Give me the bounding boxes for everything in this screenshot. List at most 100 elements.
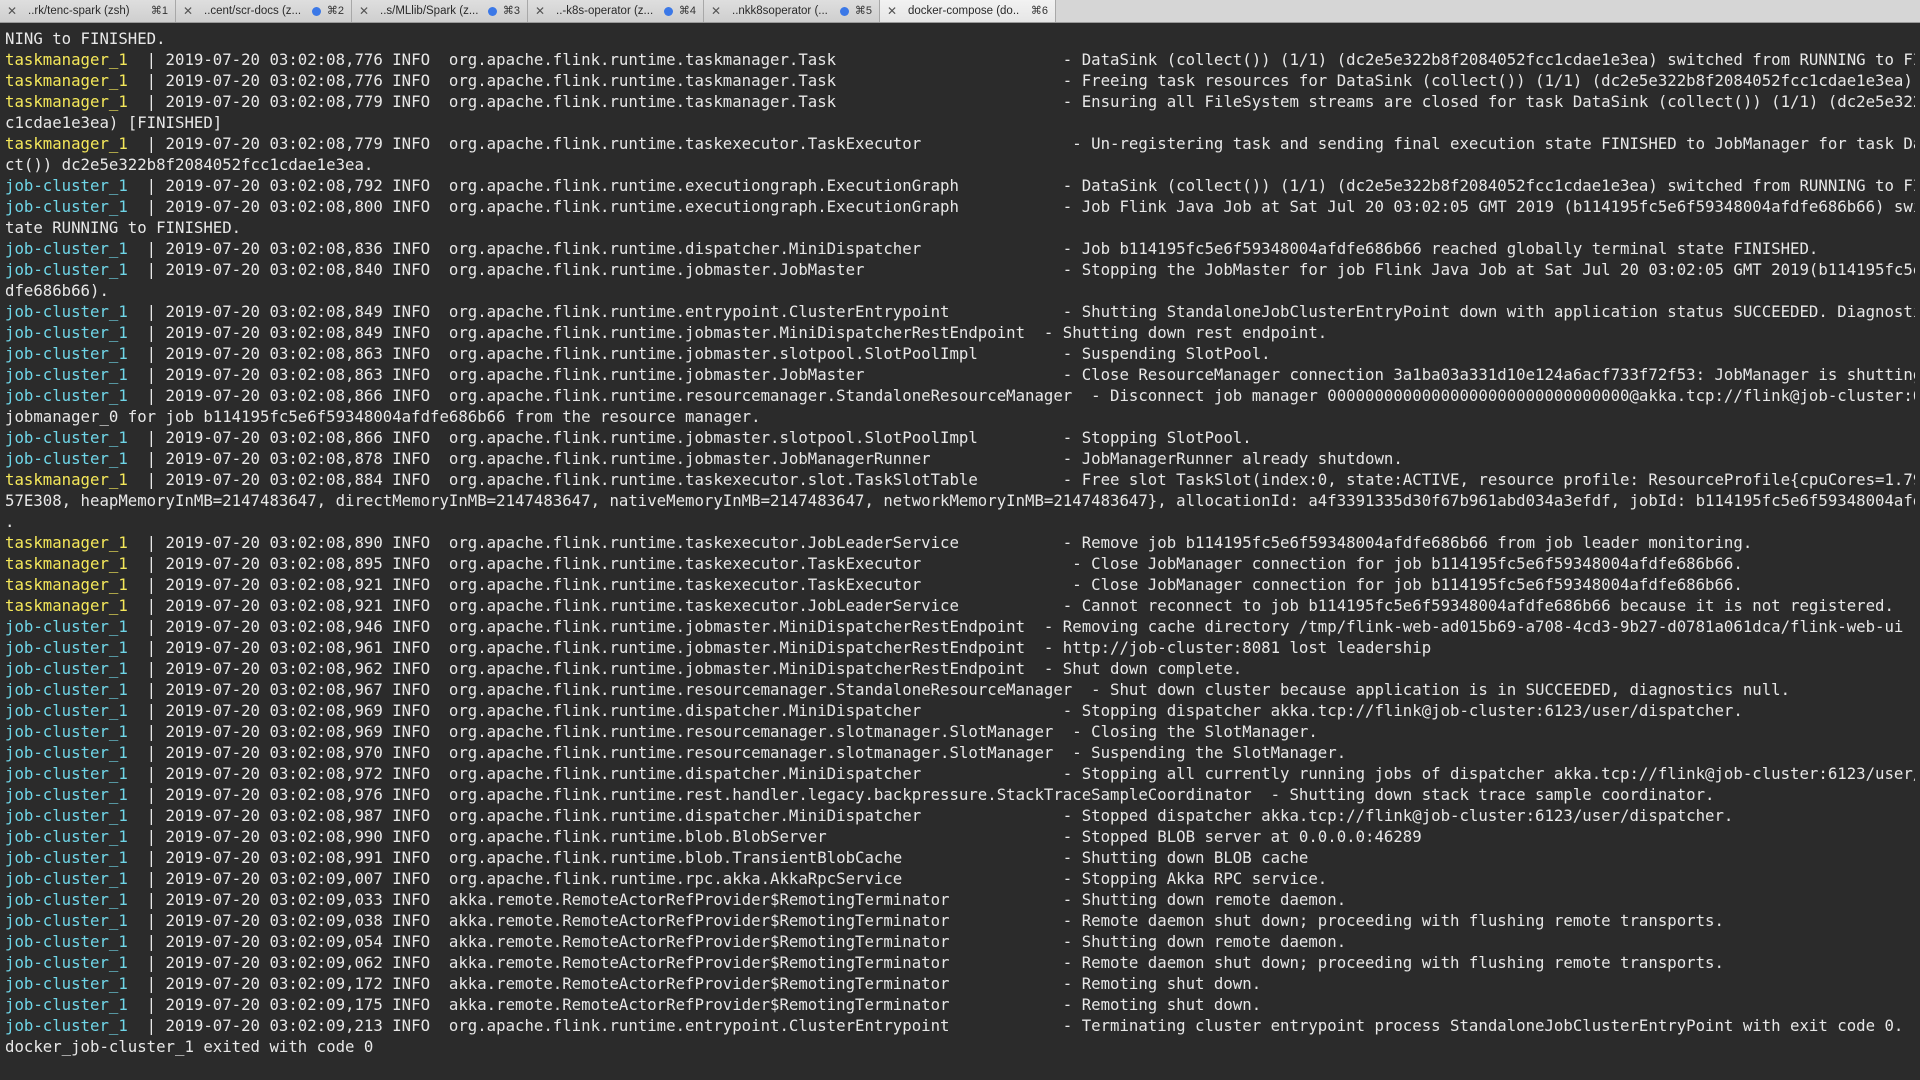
log-message: | 2019-07-20 03:02:08,776 INFO org.apach… xyxy=(127,50,1915,69)
log-line: job-cluster_1 | 2019-07-20 03:02:08,863 … xyxy=(5,364,1915,385)
log-service-name: taskmanager_1 xyxy=(5,533,128,552)
log-line: docker_job-cluster_1 exited with code 0 xyxy=(5,1036,1915,1057)
log-message: | 2019-07-20 03:02:08,779 INFO org.apach… xyxy=(127,134,1915,153)
tab-5[interactable]: ✕ ..nkk8soperator (... ⌘5 xyxy=(704,0,880,22)
log-message: docker_job-cluster_1 exited with code 0 xyxy=(5,1037,374,1056)
close-icon[interactable]: ✕ xyxy=(711,0,721,22)
tab-3[interactable]: ✕ ..s/MLlib/Spark (z... ⌘3 xyxy=(352,0,528,22)
log-line: taskmanager_1 | 2019-07-20 03:02:08,779 … xyxy=(5,133,1915,154)
log-line: job-cluster_1 | 2019-07-20 03:02:08,792 … xyxy=(5,175,1915,196)
log-service-name: job-cluster_1 xyxy=(5,995,128,1014)
log-message: | 2019-07-20 03:02:08,969 INFO org.apach… xyxy=(127,722,1318,741)
log-line: job-cluster_1 | 2019-07-20 03:02:08,863 … xyxy=(5,343,1915,364)
close-icon[interactable]: ✕ xyxy=(887,0,897,22)
log-service-name: job-cluster_1 xyxy=(5,344,128,363)
log-service-name: job-cluster_1 xyxy=(5,785,128,804)
log-message: | 2019-07-20 03:02:09,033 INFO akka.remo… xyxy=(127,890,1347,909)
log-line: 57E308, heapMemoryInMB=2147483647, direc… xyxy=(5,490,1915,511)
log-service-name: taskmanager_1 xyxy=(5,470,128,489)
tab-title: ..-k8s-operator (z... xyxy=(556,5,654,17)
log-message: | 2019-07-20 03:02:08,976 INFO org.apach… xyxy=(127,785,1715,804)
log-line: job-cluster_1 | 2019-07-20 03:02:08,849 … xyxy=(5,322,1915,343)
log-line: job-cluster_1 | 2019-07-20 03:02:08,946 … xyxy=(5,616,1915,637)
log-line: jobmanager_0 for job b114195fc5e6f593480… xyxy=(5,406,1915,427)
log-service-name: job-cluster_1 xyxy=(5,890,128,909)
log-message: | 2019-07-20 03:02:08,863 INFO org.apach… xyxy=(127,344,1271,363)
log-service-name: job-cluster_1 xyxy=(5,932,128,951)
log-service-name: taskmanager_1 xyxy=(5,596,128,615)
log-line: job-cluster_1 | 2019-07-20 03:02:08,866 … xyxy=(5,385,1915,406)
log-line: job-cluster_1 | 2019-07-20 03:02:09,007 … xyxy=(5,868,1915,889)
log-service-name: job-cluster_1 xyxy=(5,428,128,447)
log-line: job-cluster_1 | 2019-07-20 03:02:08,878 … xyxy=(5,448,1915,469)
log-service-name: job-cluster_1 xyxy=(5,260,128,279)
log-message: | 2019-07-20 03:02:08,836 INFO org.apach… xyxy=(127,239,1819,258)
log-message: | 2019-07-20 03:02:08,849 INFO org.apach… xyxy=(127,302,1915,321)
tab-bar: ✕ ..rk/tenc-spark (zsh) ⌘1 ✕ ..cent/scr-… xyxy=(0,0,1920,23)
tab-title: ..rk/tenc-spark (zsh) xyxy=(28,5,130,17)
log-line: job-cluster_1 | 2019-07-20 03:02:08,967 … xyxy=(5,679,1915,700)
log-service-name: job-cluster_1 xyxy=(5,806,128,825)
activity-dot-icon xyxy=(312,7,321,16)
log-line: job-cluster_1 | 2019-07-20 03:02:08,866 … xyxy=(5,427,1915,448)
tab-shortcut: ⌘4 xyxy=(678,5,696,17)
log-line: job-cluster_1 | 2019-07-20 03:02:08,800 … xyxy=(5,196,1915,217)
tab-1[interactable]: ✕ ..rk/tenc-spark (zsh) ⌘1 xyxy=(0,0,176,22)
log-line: job-cluster_1 | 2019-07-20 03:02:08,991 … xyxy=(5,847,1915,868)
tab-shortcut: ⌘5 xyxy=(854,5,872,17)
tab-title: docker-compose (do... xyxy=(908,5,1020,17)
tab-shortcut: ⌘1 xyxy=(150,5,168,17)
tab-6[interactable]: ✕ docker-compose (do... ⌘6 xyxy=(880,0,1056,22)
log-message: | 2019-07-20 03:02:08,972 INFO org.apach… xyxy=(127,764,1915,783)
log-service-name: job-cluster_1 xyxy=(5,617,128,636)
log-service-name: job-cluster_1 xyxy=(5,323,128,342)
terminal-output[interactable]: NING to FINISHED. taskmanager_1 | 2019-07… xyxy=(5,28,1915,1078)
log-line: job-cluster_1 | 2019-07-20 03:02:09,175 … xyxy=(5,994,1915,1015)
close-icon[interactable]: ✕ xyxy=(7,0,17,22)
tab-4[interactable]: ✕ ..-k8s-operator (z... ⌘4 xyxy=(528,0,704,22)
log-message: c1cdae1e3ea) [FINISHED] xyxy=(5,113,223,132)
log-message: | 2019-07-20 03:02:08,946 INFO org.apach… xyxy=(127,617,1904,636)
log-message: | 2019-07-20 03:02:08,863 INFO org.apach… xyxy=(127,365,1915,384)
close-icon[interactable]: ✕ xyxy=(359,0,369,22)
log-line: job-cluster_1 | 2019-07-20 03:02:08,962 … xyxy=(5,658,1915,679)
log-line: taskmanager_1 | 2019-07-20 03:02:08,776 … xyxy=(5,49,1915,70)
log-line: tate RUNNING to FINISHED. xyxy=(5,217,1915,238)
log-line: job-cluster_1 | 2019-07-20 03:02:08,836 … xyxy=(5,238,1915,259)
close-icon[interactable]: ✕ xyxy=(183,0,193,22)
activity-dot-icon xyxy=(840,7,849,16)
log-message: | 2019-07-20 03:02:08,792 INFO org.apach… xyxy=(127,176,1915,195)
log-service-name: job-cluster_1 xyxy=(5,764,128,783)
log-message: | 2019-07-20 03:02:08,967 INFO org.apach… xyxy=(127,680,1791,699)
log-line: job-cluster_1 | 2019-07-20 03:02:08,840 … xyxy=(5,259,1915,280)
log-service-name: job-cluster_1 xyxy=(5,239,128,258)
log-line: taskmanager_1 | 2019-07-20 03:02:08,921 … xyxy=(5,574,1915,595)
log-message: | 2019-07-20 03:02:08,991 INFO org.apach… xyxy=(127,848,1309,867)
tab-shortcut: ⌘3 xyxy=(502,5,520,17)
log-line: job-cluster_1 | 2019-07-20 03:02:09,054 … xyxy=(5,931,1915,952)
tab-title: ..s/MLlib/Spark (z... xyxy=(380,5,479,17)
close-icon[interactable]: ✕ xyxy=(535,0,545,22)
log-message: 57E308, heapMemoryInMB=2147483647, direc… xyxy=(5,491,1915,510)
log-line: . xyxy=(5,511,1915,532)
log-message: . xyxy=(5,512,15,531)
log-line: taskmanager_1 | 2019-07-20 03:02:08,776 … xyxy=(5,70,1915,91)
log-line: job-cluster_1 | 2019-07-20 03:02:08,961 … xyxy=(5,637,1915,658)
log-line: job-cluster_1 | 2019-07-20 03:02:09,062 … xyxy=(5,952,1915,973)
log-line: taskmanager_1 | 2019-07-20 03:02:08,921 … xyxy=(5,595,1915,616)
log-message: | 2019-07-20 03:02:08,840 INFO org.apach… xyxy=(127,260,1915,279)
log-service-name: job-cluster_1 xyxy=(5,827,128,846)
log-message: dfe686b66). xyxy=(5,281,109,300)
log-message: | 2019-07-20 03:02:09,054 INFO akka.remo… xyxy=(127,932,1347,951)
log-line: job-cluster_1 | 2019-07-20 03:02:09,038 … xyxy=(5,910,1915,931)
log-service-name: job-cluster_1 xyxy=(5,386,128,405)
tab-shortcut: ⌘2 xyxy=(326,5,344,17)
log-service-name: job-cluster_1 xyxy=(5,638,128,657)
tab-2[interactable]: ✕ ..cent/scr-docs (z... ⌘2 xyxy=(176,0,352,22)
log-service-name: job-cluster_1 xyxy=(5,701,128,720)
log-line: job-cluster_1 | 2019-07-20 03:02:08,969 … xyxy=(5,721,1915,742)
log-line: job-cluster_1 | 2019-07-20 03:02:08,972 … xyxy=(5,763,1915,784)
log-message: | 2019-07-20 03:02:09,038 INFO akka.remo… xyxy=(127,911,1724,930)
log-service-name: job-cluster_1 xyxy=(5,743,128,762)
log-service-name: job-cluster_1 xyxy=(5,176,128,195)
